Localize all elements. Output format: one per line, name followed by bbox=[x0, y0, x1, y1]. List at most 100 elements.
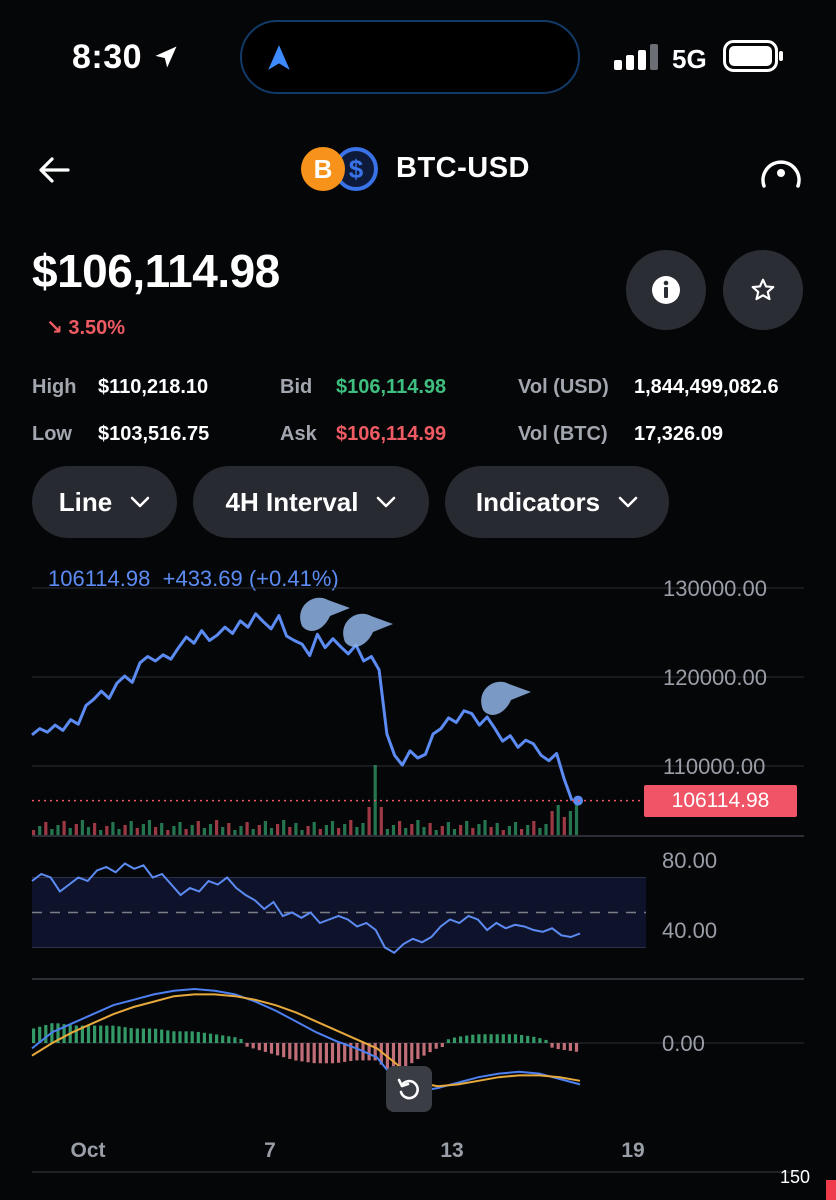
macd-histogram-bar bbox=[306, 1043, 310, 1063]
macd-histogram-bar bbox=[227, 1036, 231, 1043]
macd-histogram-bar bbox=[459, 1036, 463, 1043]
watchlist-button[interactable] bbox=[723, 250, 803, 330]
low-label: Low bbox=[32, 423, 72, 445]
macd-histogram-bar bbox=[239, 1038, 243, 1043]
volume-bar bbox=[135, 828, 139, 835]
chevron-down-icon bbox=[618, 496, 638, 508]
back-arrow-icon[interactable] bbox=[36, 152, 72, 188]
volume-bar bbox=[111, 822, 115, 835]
volume-bar bbox=[172, 826, 176, 835]
corner-label: 150 bbox=[780, 1167, 811, 1187]
macd-histogram-bar bbox=[86, 1025, 91, 1043]
bid-value: $106,114.98 bbox=[336, 376, 447, 398]
low-value: $103,516.75 bbox=[98, 423, 210, 445]
macd-histogram-bar bbox=[105, 1025, 109, 1043]
volume-bar bbox=[215, 820, 219, 835]
macd-histogram-bar bbox=[208, 1033, 213, 1043]
volume-bar bbox=[489, 827, 493, 835]
macd-histogram-bar bbox=[99, 1025, 103, 1043]
volume-bar bbox=[184, 829, 188, 835]
y-tick-label: 120000.00 bbox=[663, 665, 767, 690]
macd-histogram-bar bbox=[465, 1035, 469, 1043]
volume-bar bbox=[391, 825, 396, 835]
volume-bar bbox=[459, 825, 463, 835]
x-tick-label: 13 bbox=[440, 1139, 463, 1162]
y-tick-label: 110000.00 bbox=[663, 754, 765, 779]
svg-text:B: B bbox=[314, 154, 333, 184]
macd-histogram-bar bbox=[489, 1034, 493, 1043]
volume-bar bbox=[62, 821, 66, 835]
macd-histogram-bar bbox=[300, 1043, 304, 1062]
volume-bar bbox=[221, 827, 225, 835]
chart-type-dropdown[interactable]: Line bbox=[32, 466, 177, 538]
volume-bar bbox=[32, 830, 36, 835]
x-axis-labels: Oct 7 13 19 bbox=[70, 1139, 644, 1162]
macd-histogram-bar bbox=[440, 1043, 444, 1048]
x-tick-label: Oct bbox=[70, 1139, 105, 1162]
drop-annotation bbox=[300, 597, 350, 631]
gauge-icon[interactable] bbox=[758, 150, 804, 192]
volume-bar bbox=[361, 823, 365, 835]
macd-histogram-bar bbox=[410, 1043, 414, 1064]
volume-bar bbox=[56, 825, 60, 835]
svg-text:$: $ bbox=[349, 154, 364, 184]
volume-bar bbox=[294, 823, 298, 835]
volume-bar bbox=[147, 820, 152, 835]
status-time: 8:30 bbox=[72, 38, 180, 77]
reset-chart-button[interactable] bbox=[386, 1066, 432, 1112]
high-value: $110,218.10 bbox=[98, 376, 209, 398]
volume-bar bbox=[434, 830, 438, 835]
volume-bar bbox=[324, 825, 328, 835]
macd-histogram-bar bbox=[428, 1043, 432, 1053]
volume-bar bbox=[520, 829, 524, 835]
volume-bar bbox=[398, 821, 402, 835]
macd-histogram-bar bbox=[233, 1037, 237, 1043]
rsi-tick-label: 40.00 bbox=[662, 918, 717, 943]
macd-histogram-bar bbox=[251, 1043, 255, 1049]
volume-bar bbox=[379, 807, 383, 835]
bid-label: Bid bbox=[280, 376, 313, 398]
macd-histogram-bar bbox=[471, 1034, 475, 1043]
volume-bar bbox=[99, 830, 103, 835]
info-button[interactable] bbox=[626, 250, 706, 330]
macd-histogram-bar bbox=[141, 1028, 145, 1043]
macd-histogram-bar bbox=[117, 1026, 121, 1043]
macd-histogram-bar bbox=[221, 1035, 225, 1043]
volume-bar bbox=[501, 830, 505, 835]
macd-histogram-bar bbox=[172, 1031, 176, 1043]
indicators-label: Indicators bbox=[475, 486, 601, 517]
volume-bar bbox=[44, 822, 48, 835]
current-price: $106,114.98 bbox=[32, 245, 280, 297]
macd-histogram-bar bbox=[282, 1043, 286, 1058]
volume-bar bbox=[123, 825, 127, 835]
macd-histogram-bar bbox=[538, 1038, 542, 1043]
volume-bar bbox=[343, 824, 347, 835]
macd-histogram-bar bbox=[416, 1043, 420, 1060]
indicators-dropdown[interactable]: Indicators bbox=[445, 466, 669, 538]
ask-label: Ask bbox=[280, 423, 317, 445]
interval-dropdown[interactable]: 4H Interval bbox=[193, 466, 429, 538]
macd-histogram-bar bbox=[147, 1028, 152, 1043]
volume-bar bbox=[288, 827, 292, 835]
volume-bar bbox=[141, 824, 145, 835]
volume-bar bbox=[276, 824, 280, 835]
dynamic-island bbox=[240, 20, 580, 94]
macd-histogram-bar bbox=[74, 1025, 78, 1043]
chevron-down-icon bbox=[130, 496, 150, 508]
price-line bbox=[31, 612, 644, 806]
macd-histogram-bar bbox=[568, 1043, 572, 1051]
volume-bar bbox=[38, 826, 42, 835]
vol-btc-value: 17,326.09 bbox=[634, 423, 723, 445]
macd-histogram-bar bbox=[154, 1028, 158, 1043]
volume-bar bbox=[282, 820, 286, 835]
volume-bar bbox=[93, 823, 97, 835]
volume-bar bbox=[269, 828, 274, 835]
volume-bar bbox=[80, 820, 84, 835]
macd-histogram-bar bbox=[318, 1043, 322, 1064]
volume-bar bbox=[428, 823, 432, 835]
volume-bar bbox=[74, 824, 78, 835]
macd-histogram-bar bbox=[294, 1043, 298, 1061]
volume-bar bbox=[68, 828, 72, 835]
y-tick-label: 130000.00 bbox=[663, 576, 767, 601]
network-type: 5G bbox=[672, 44, 707, 74]
